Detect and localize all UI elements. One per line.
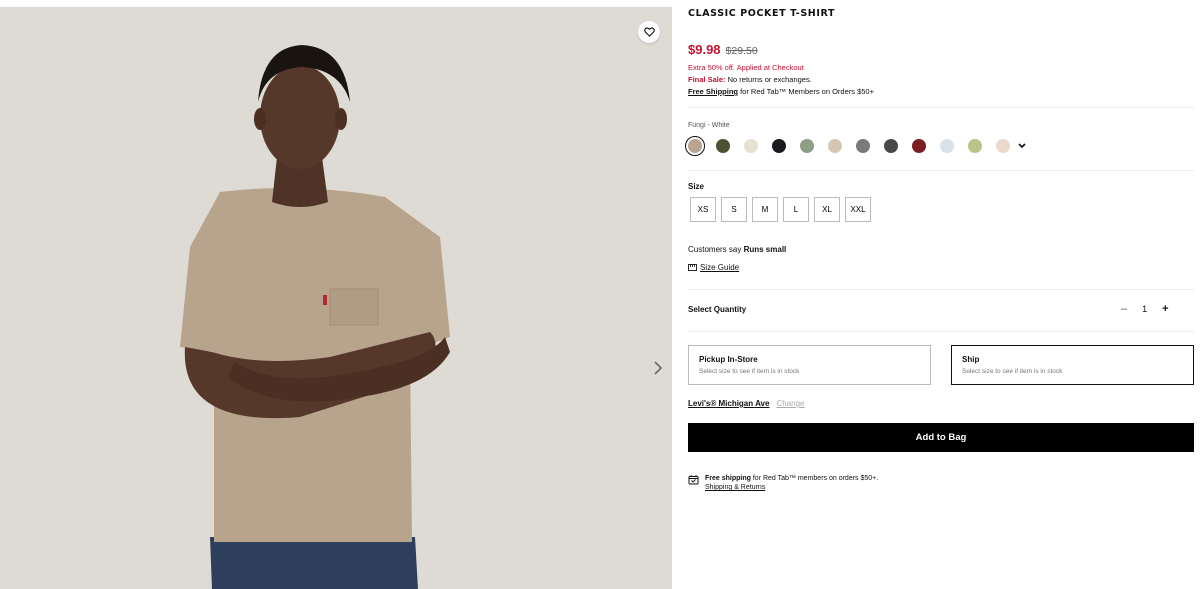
fit-value: Runs small — [743, 245, 787, 254]
color-swatch-fungi-white[interactable] — [685, 136, 705, 156]
quantity-increase-button[interactable]: + — [1162, 303, 1168, 315]
divider — [688, 289, 1194, 290]
product-title: CLASSIC POCKET T-SHIRT — [688, 8, 836, 19]
quantity-decrease-button[interactable]: – — [1121, 303, 1127, 315]
size-l-button[interactable]: L — [783, 197, 809, 222]
color-swatches — [685, 136, 1026, 156]
shipping-note-text: for Red Tab™ members on orders $50+. — [750, 475, 879, 482]
shipping-box-icon — [688, 475, 699, 485]
color-swatch-blush[interactable] — [996, 139, 1010, 153]
quantity-value: 1 — [1142, 304, 1148, 314]
quantity-stepper: – 1 + — [1121, 303, 1169, 315]
selected-color-name: Fungi - White — [688, 122, 730, 129]
color-swatch-black[interactable] — [772, 139, 786, 153]
divider — [688, 107, 1194, 108]
size-xs-button[interactable]: XS — [690, 197, 716, 222]
sale-price: $9.98 — [688, 42, 721, 57]
pickup-in-store-option[interactable]: Pickup In-Store Select size to see if it… — [688, 345, 931, 385]
final-sale-text: No returns or exchanges. — [725, 75, 812, 84]
price-row: $9.98 $29.50 — [688, 42, 758, 57]
chevron-right-icon — [654, 361, 663, 375]
store-selector: Levi's® Michigan Ave Change — [688, 399, 804, 408]
original-price: $29.50 — [725, 45, 758, 57]
next-image-button[interactable] — [648, 353, 668, 383]
free-shipping-link[interactable]: Free Shipping — [688, 87, 738, 96]
size-s-button[interactable]: S — [721, 197, 747, 222]
divider — [688, 170, 1194, 171]
size-guide-label: Size Guide — [700, 263, 740, 272]
free-shipping-text: for Red Tab™ Members on Orders $50+ — [738, 87, 874, 96]
color-swatch-light-blue[interactable] — [940, 139, 954, 153]
shipping-note: Free shipping for Red Tab™ members on or… — [688, 474, 878, 492]
size-xxl-button[interactable]: XXL — [845, 197, 871, 222]
color-swatch-olive[interactable] — [716, 139, 730, 153]
color-swatch-grey[interactable] — [856, 139, 870, 153]
add-to-bag-button[interactable]: Add to Bag — [688, 423, 1194, 452]
product-photo — [0, 7, 672, 589]
size-label: Size — [688, 182, 705, 191]
color-swatch-light-olive[interactable] — [968, 139, 982, 153]
size-guide-link[interactable]: Size Guide — [688, 263, 739, 272]
size-m-button[interactable]: M — [752, 197, 778, 222]
fit-note: Customers say Runs small — [688, 245, 786, 254]
color-swatch-sand[interactable] — [828, 139, 842, 153]
final-sale-label: Final Sale: — [688, 75, 726, 84]
chevron-down-icon[interactable] — [1018, 141, 1026, 152]
store-name-link[interactable]: Levi's® Michigan Ave — [688, 399, 769, 408]
color-swatch-sage[interactable] — [800, 139, 814, 153]
free-shipping-notice[interactable]: Free Shipping for Red Tab™ Members on Or… — [688, 87, 874, 96]
pickup-title: Pickup In-Store — [699, 355, 758, 364]
color-swatch-cream[interactable] — [744, 139, 758, 153]
ship-title: Ship — [962, 355, 980, 364]
size-xl-button[interactable]: XL — [814, 197, 840, 222]
product-details-panel: CLASSIC POCKET T-SHIRT $9.98 $29.50 Extr… — [685, 0, 1194, 589]
fit-prefix: Customers say — [688, 245, 744, 254]
ship-option[interactable]: Ship Select size to see if item is in st… — [951, 345, 1194, 385]
change-store-link[interactable]: Change — [776, 399, 804, 408]
product-image-gallery[interactable] — [0, 7, 672, 589]
color-swatch-charcoal[interactable] — [884, 139, 898, 153]
divider — [688, 331, 1194, 332]
color-swatch-burgundy[interactable] — [912, 139, 926, 153]
heart-icon — [643, 27, 655, 37]
shipping-note-bold: Free shipping — [705, 475, 751, 482]
ruler-icon — [688, 264, 697, 271]
shipping-returns-link[interactable]: Shipping & Returns — [705, 484, 765, 491]
size-options: XS S M L XL XXL — [690, 197, 871, 222]
ship-subtitle: Select size to see if item is in stock — [962, 368, 1063, 375]
quantity-label: Select Quantity — [688, 305, 747, 314]
pickup-subtitle: Select size to see if item is in stock — [699, 368, 800, 375]
final-sale-notice: Final Sale: No returns or exchanges. — [688, 75, 812, 84]
wishlist-heart-button[interactable] — [638, 21, 660, 43]
promo-message: Extra 50% off. Applied at Checkout — [688, 63, 804, 72]
